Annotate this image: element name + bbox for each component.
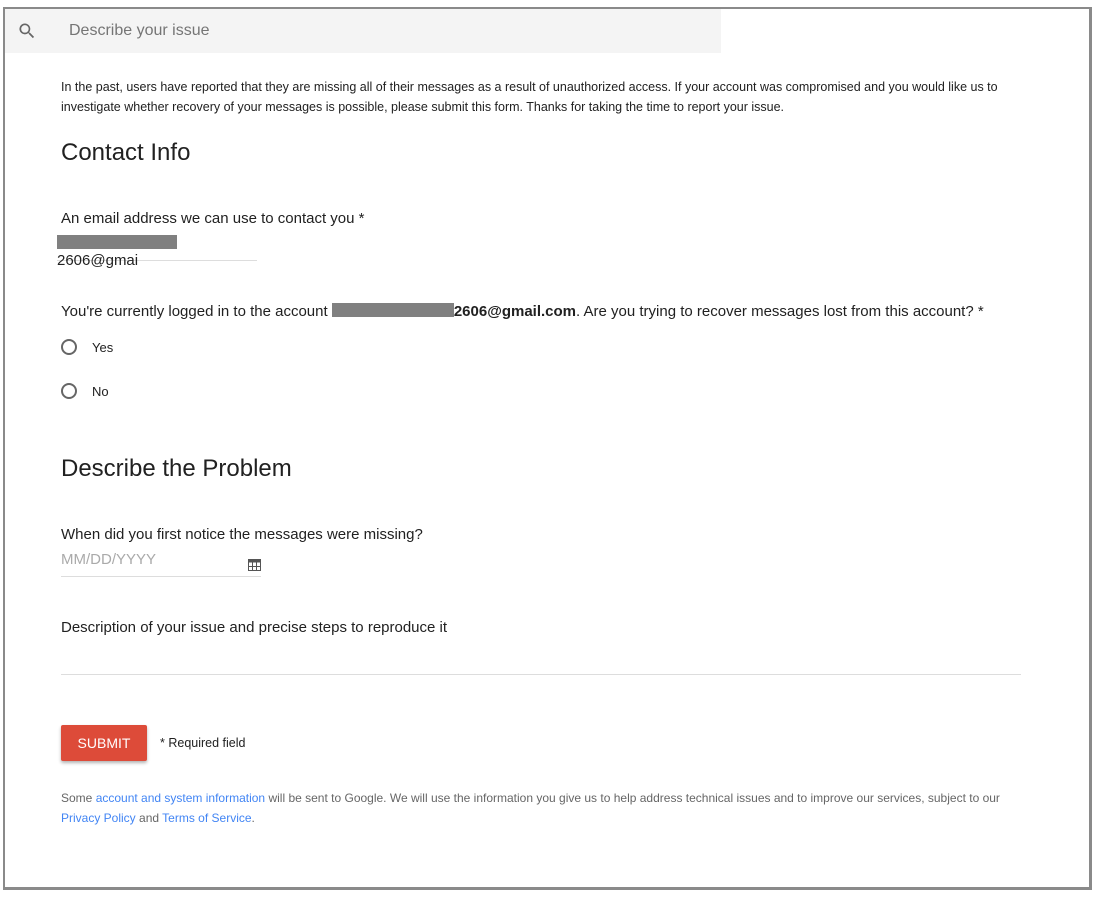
description-label: Description of your issue and precise st… [61, 619, 448, 636]
date-label: When did you first notice the messages w… [61, 526, 423, 543]
email-label: An email address we can use to contact y… [61, 210, 365, 227]
email-field[interactable]: 2606@gmai [57, 235, 257, 269]
problem-heading: Describe the Problem [61, 455, 292, 482]
terms-link[interactable]: Terms of Service [162, 811, 251, 825]
calendar-icon[interactable] [248, 559, 261, 571]
required-note: * Required field [160, 736, 246, 750]
form-window: In the past, users have reported that th… [3, 7, 1092, 890]
description-textarea[interactable] [61, 645, 1021, 675]
radio-yes[interactable]: Yes [61, 339, 113, 355]
date-field[interactable]: MM/DD/YYYY [61, 551, 261, 577]
radio-no[interactable]: No [61, 383, 109, 399]
search-bar [5, 9, 721, 53]
radio-circle-icon [61, 339, 77, 355]
search-input[interactable] [69, 9, 669, 53]
footer-text: Some account and system information will… [61, 791, 1000, 825]
redacted-text [57, 235, 177, 249]
search-icon [19, 23, 35, 39]
contact-heading: Contact Info [61, 139, 191, 166]
radio-circle-icon [61, 383, 77, 399]
privacy-policy-link[interactable]: Privacy Policy [61, 811, 136, 825]
submit-button[interactable]: SUBMIT [61, 725, 147, 761]
intro-text: In the past, users have reported that th… [61, 80, 998, 114]
account-info-link[interactable]: account and system information [96, 791, 265, 805]
account-question: You're currently logged in to the accoun… [61, 303, 984, 320]
